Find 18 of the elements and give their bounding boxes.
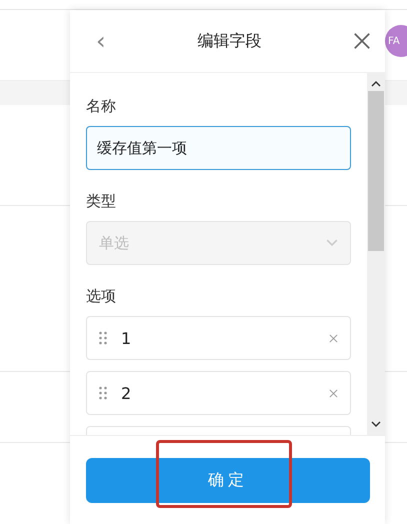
field-label: 选项	[86, 287, 116, 306]
name-input[interactable]: 缓存值第一项	[86, 126, 351, 170]
scroll-up-icon[interactable]	[371, 81, 381, 87]
confirm-button[interactable]: 确定	[86, 458, 370, 502]
panel-title: 编辑字段	[197, 30, 262, 52]
drag-handle-icon[interactable]	[99, 386, 107, 400]
scrollbar-thumb[interactable]	[368, 91, 384, 251]
field-label: 类型	[86, 192, 116, 211]
field-label: 名称	[86, 97, 116, 116]
back-button[interactable]: ‹	[96, 27, 106, 55]
close-icon[interactable]	[352, 32, 371, 50]
scroll-down-icon[interactable]	[371, 421, 381, 427]
option-row[interactable]: 1	[86, 316, 351, 360]
remove-icon[interactable]	[329, 388, 338, 398]
option-row[interactable]: 2	[86, 371, 351, 415]
remove-icon[interactable]	[329, 334, 338, 342]
drag-handle-icon[interactable]	[99, 331, 107, 345]
scrollbar[interactable]	[367, 73, 385, 435]
